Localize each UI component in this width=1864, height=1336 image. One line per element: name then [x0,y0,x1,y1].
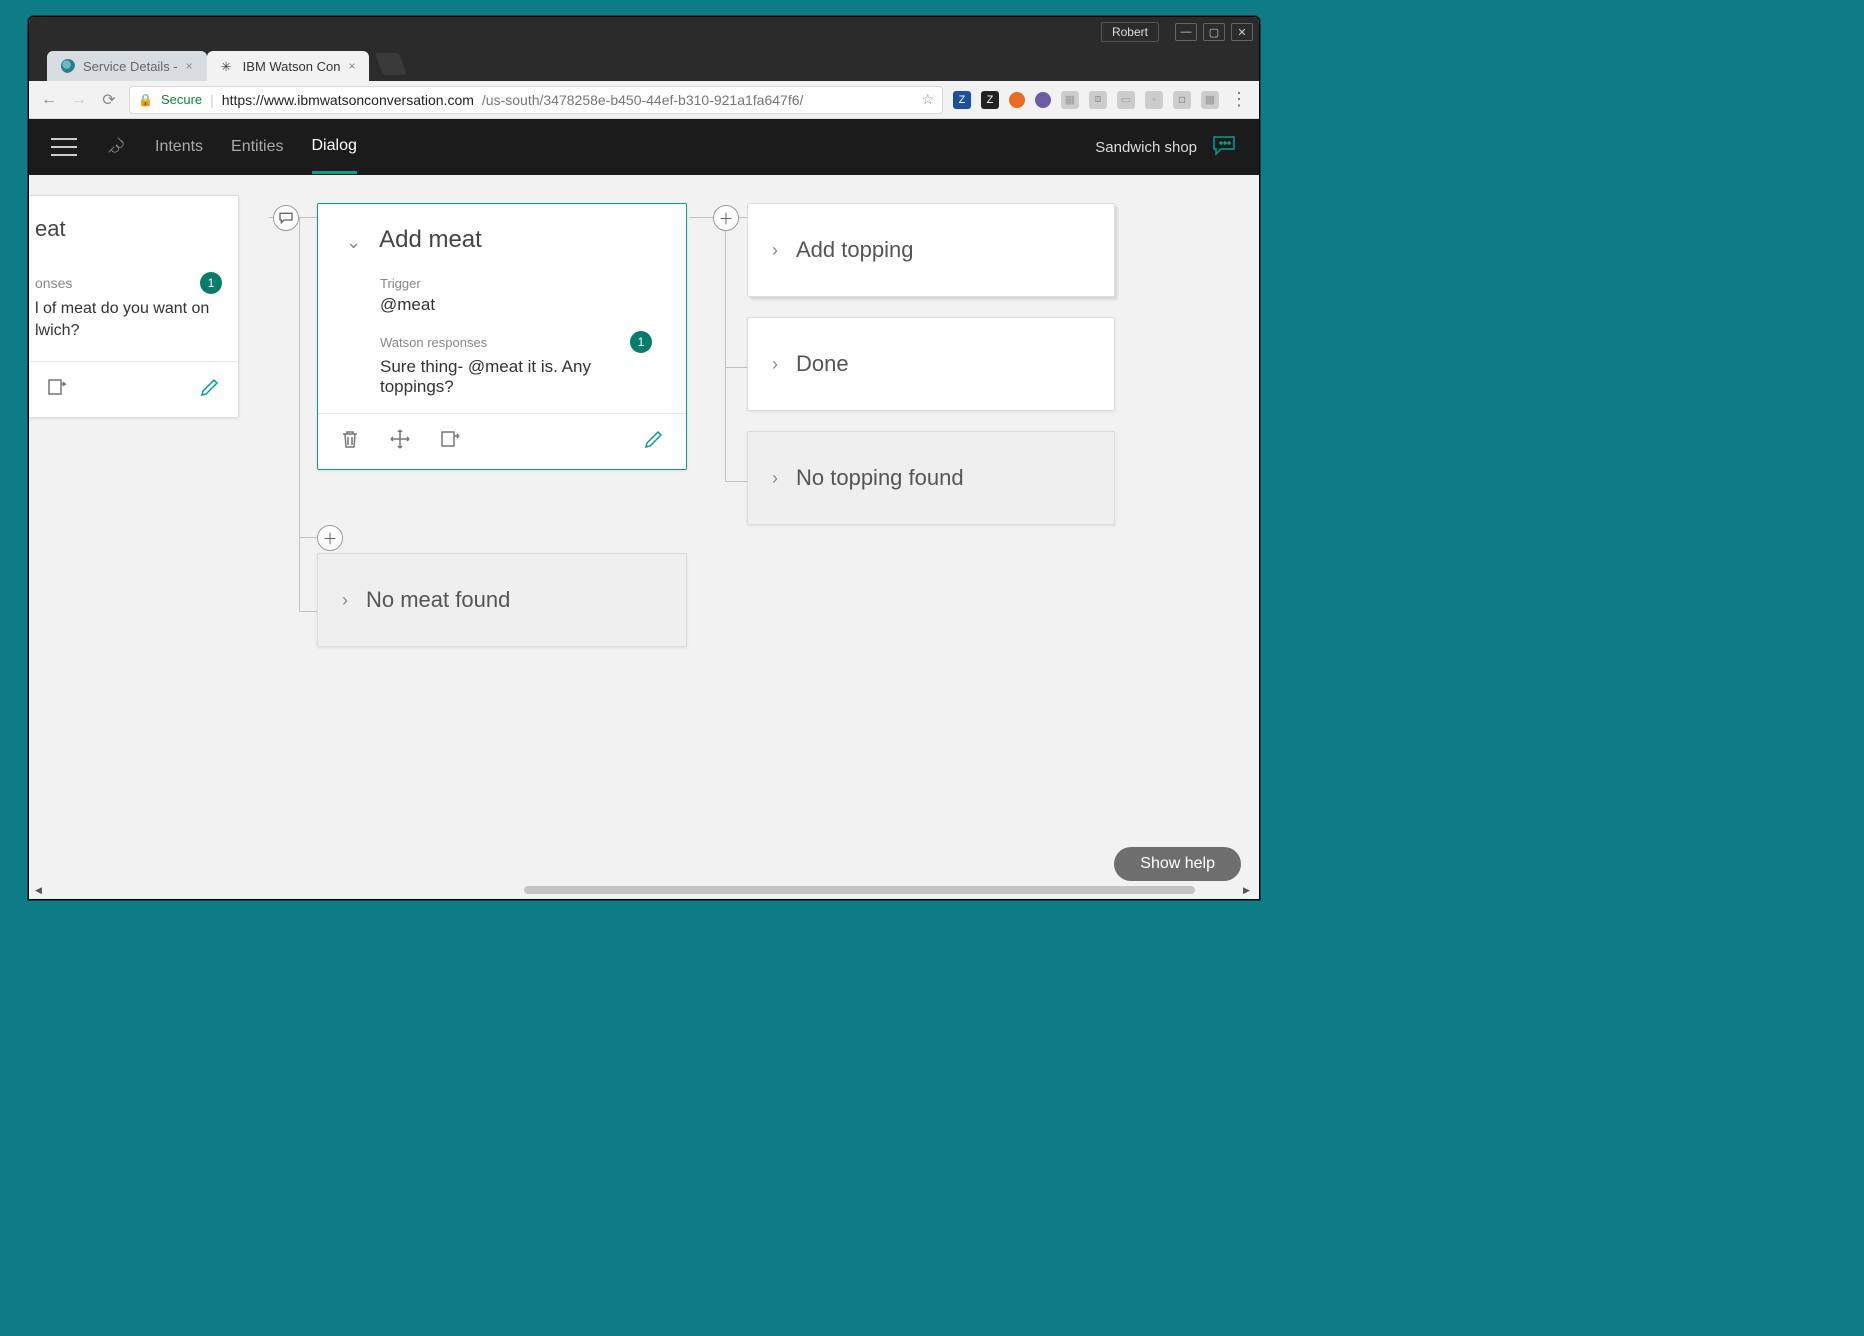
nav-intents[interactable]: Intents [155,122,203,172]
extension-z-blue-icon[interactable]: Z [953,91,971,109]
browser-window: Robert — ▢ ✕ Service Details - × IBM Wat… [28,16,1260,900]
delete-node-icon[interactable] [338,427,362,456]
dialog-node-add-meat[interactable]: ⌄ Add meat Trigger @meat Watson response… [317,203,687,470]
trigger-value: @meat [380,295,652,315]
scroll-left-icon[interactable]: ◀ [35,885,45,896]
extension-pocket-icon[interactable]: ◘ [1173,91,1191,109]
padlock-icon: 🔒 [138,93,153,107]
extension-grid-icon[interactable]: ▩ [1201,91,1219,109]
chevron-right-icon: › [772,468,778,489]
connector-line [299,611,317,612]
os-user-chip: Robert [1101,22,1159,42]
export-node-icon[interactable] [45,375,69,404]
responses-label-fragment: onses [35,275,72,291]
connector-line [725,367,749,368]
response-text-fragment: l of meat do you want on lwich? [29,298,238,361]
response-text: Sure thing- @meat it is. Any toppings? [380,357,650,397]
connector-line [299,217,300,537]
url-path: /us-south/3478258e-b450-44ef-b310-921a1f… [482,92,803,108]
browser-tab-watson[interactable]: IBM Watson Con × [207,51,370,81]
nav-entities[interactable]: Entities [231,122,283,172]
tab-close-icon[interactable]: × [348,59,355,73]
chevron-down-icon[interactable]: ⌄ [346,232,361,253]
connector-line [299,537,300,611]
window-close-button[interactable]: ✕ [1231,23,1253,41]
window-maximize-button[interactable]: ▢ [1203,23,1225,41]
workspace-name: Sandwich shop [1095,139,1197,156]
dialog-node-done[interactable]: › Done [747,317,1115,411]
edit-node-icon[interactable] [198,375,222,404]
os-titlebar: Robert — ▢ ✕ [29,17,1259,47]
app-header: Intents Entities Dialog Sandwich shop [29,119,1259,175]
add-sibling-node-button[interactable]: ＋ [317,525,343,551]
try-it-chat-icon[interactable] [1211,133,1237,162]
move-node-icon[interactable] [388,427,412,456]
chevron-right-icon: › [772,354,778,375]
secure-label: Secure [161,92,202,107]
url-host: https://www.ibmwatsonconversation.com [222,92,474,108]
tab-title: IBM Watson Con [243,59,341,74]
node-dialog-anchor-button[interactable] [273,205,299,231]
horizontal-scrollbar[interactable]: ◀ ▶ [35,883,1253,897]
trigger-label: Trigger [380,276,652,291]
nav-dialog[interactable]: Dialog [312,121,357,174]
extension-camera-icon[interactable]: ◦ [1145,91,1163,109]
dialog-node-parent-partial[interactable]: eat onses 1 l of meat do you want on lwi… [29,195,239,418]
address-bar[interactable]: 🔒 Secure | https://www.ibmwatsonconversa… [129,86,943,114]
addr-separator: | [210,92,214,108]
scroll-track[interactable] [45,885,1243,895]
watson-favicon-icon [221,59,235,73]
scroll-thumb[interactable] [524,886,1195,894]
chevron-right-icon: › [772,240,778,261]
dialog-canvas[interactable]: ＋ ＋ eat onses 1 l of meat do you want on… [29,175,1259,899]
tab-close-icon[interactable]: × [186,59,193,73]
extension-grey-1-icon[interactable]: ▦ [1061,91,1079,109]
bluemix-favicon-icon [61,59,75,73]
extensions-row: Z Z ▦ ⧈ ▭ ◦ ◘ ▩ ⋮ [953,89,1249,110]
extension-dropbox-icon[interactable]: ⧈ [1089,91,1107,109]
chrome-menu-icon[interactable]: ⋮ [1229,89,1249,110]
dialog-node-add-topping[interactable]: › Add topping [747,203,1115,297]
window-minimize-button[interactable]: — [1175,23,1197,41]
extension-orange-icon[interactable] [1009,92,1025,108]
node-title: Done [796,351,849,377]
dialog-node-no-topping-found[interactable]: › No topping found [747,431,1115,525]
scroll-right-icon[interactable]: ▶ [1243,885,1253,896]
bookmark-star-icon[interactable]: ☆ [921,91,934,108]
node-title: No meat found [366,587,510,613]
nav-reload-icon[interactable]: ⟳ [99,90,119,110]
tab-title: Service Details - [83,59,178,74]
extension-z-black-icon[interactable]: Z [981,91,999,109]
nav-back-icon[interactable]: ← [39,91,59,109]
dialog-node-no-meat-found[interactable]: › No meat found [317,553,687,647]
extension-monitor-icon[interactable]: ▭ [1117,91,1135,109]
add-child-node-button[interactable]: ＋ [713,205,739,231]
responses-count-badge: 1 [630,331,652,353]
show-help-button[interactable]: Show help [1114,847,1241,881]
browser-tab-service-details[interactable]: Service Details - × [47,51,207,81]
connector-line [725,481,749,482]
extension-purple-icon[interactable] [1035,92,1051,108]
menu-hamburger-icon[interactable] [51,138,77,156]
new-tab-button[interactable] [375,53,407,75]
node-title: Add topping [796,237,913,263]
edit-node-icon[interactable] [642,427,666,456]
responses-count-badge: 1 [200,272,222,294]
responses-label: Watson responses [380,335,487,350]
chevron-right-icon: › [342,590,348,611]
node-title: No topping found [796,465,964,491]
node-title: Add meat [379,226,482,254]
export-node-icon[interactable] [438,427,462,456]
browser-tab-row: Service Details - × IBM Watson Con × [29,47,1259,81]
nav-forward-icon[interactable]: → [69,91,89,109]
connector-line [299,537,317,538]
browser-toolbar: ← → ⟳ 🔒 Secure | https://www.ibmwatsonco… [29,81,1259,119]
node-title-fragment: eat [29,196,238,272]
connector-line [725,217,726,482]
build-tools-icon[interactable] [105,134,127,161]
